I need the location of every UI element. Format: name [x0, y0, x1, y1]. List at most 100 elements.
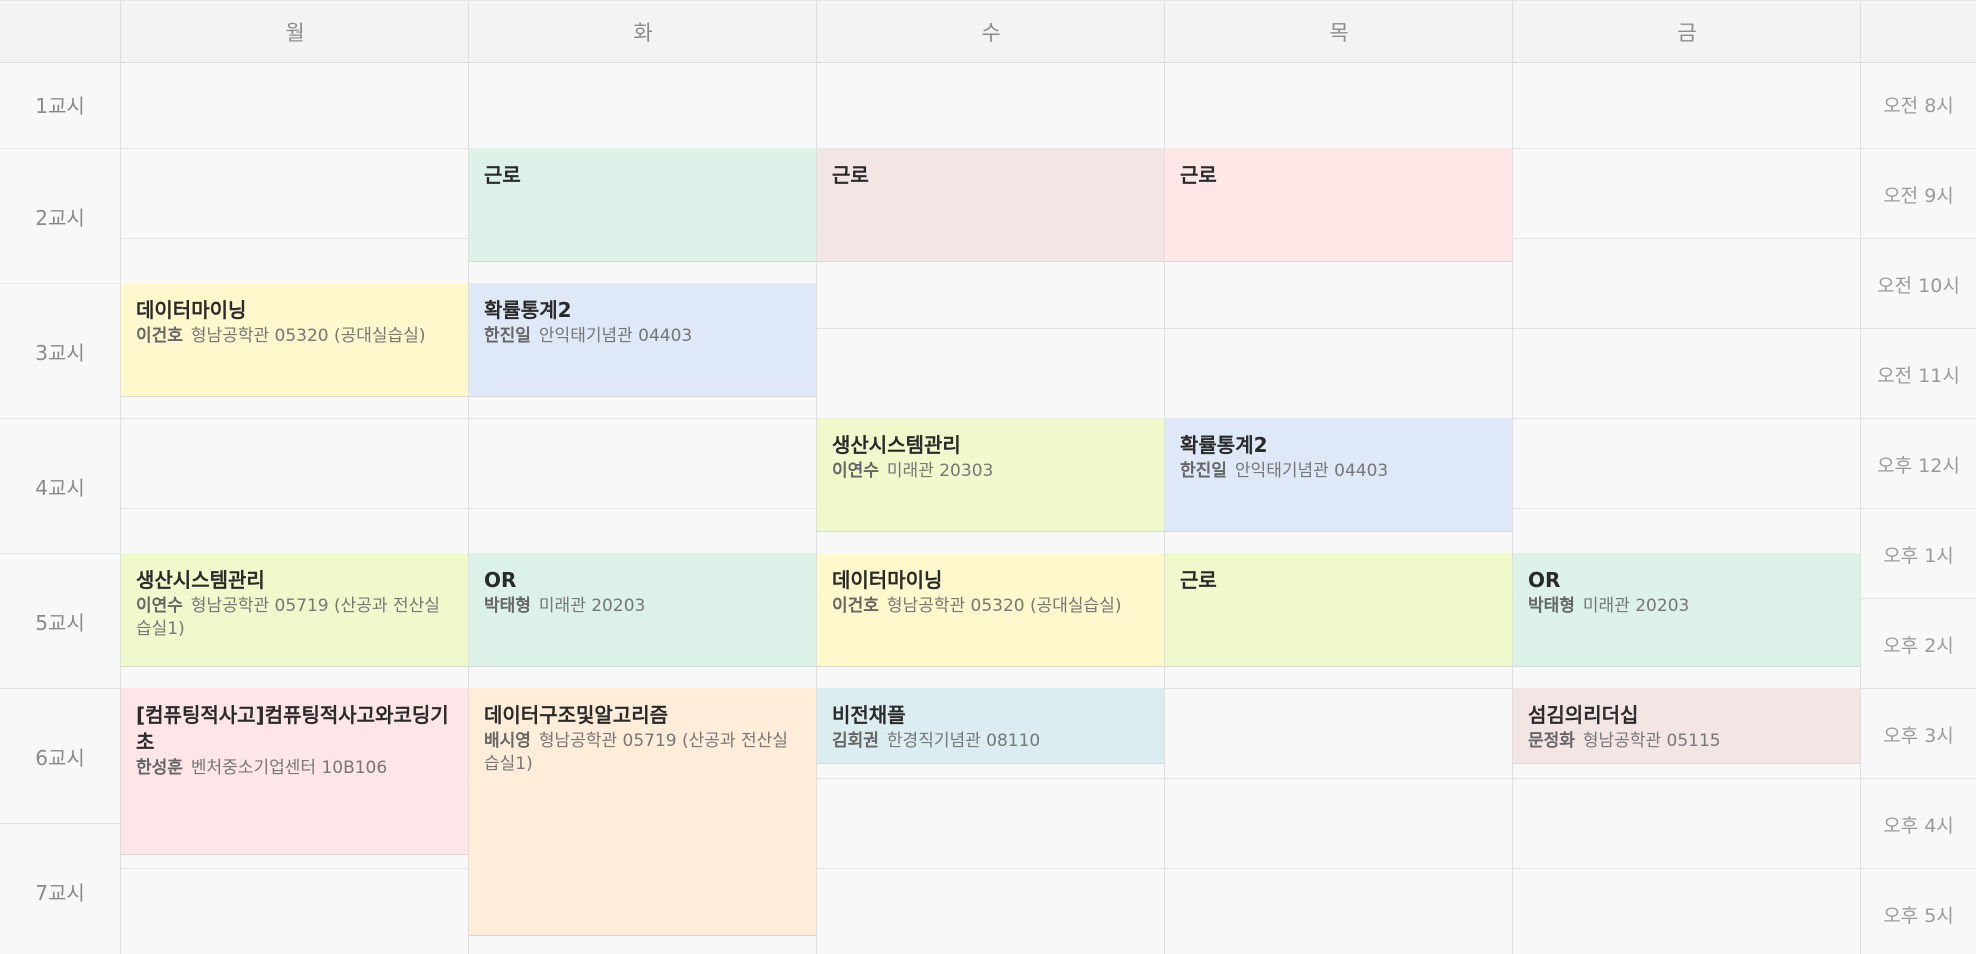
time-divider — [1861, 598, 1976, 599]
class-name: 데이터구조및알고리즘 — [484, 703, 668, 727]
class-info: 한성훈 벤처중소기업센터 10B106 — [136, 757, 454, 780]
class-block[interactable]: OR 박태형 미래관 20203 — [1513, 553, 1860, 667]
class-info: 배시영 형남공학관 05719 (산공과 전산실습실1) — [484, 730, 802, 776]
period-label-3: 3교시 — [35, 340, 85, 365]
timetable: 월 화 수 목 금 1교시 2교시 3교시 4교시 5교시 6교시 7교시 오전… — [0, 0, 1976, 954]
column-divider — [1512, 0, 1513, 954]
class-professor: 박태형 — [484, 596, 531, 616]
class-name: [컴퓨팅적사고]컴퓨팅적사고와코딩기초 — [136, 703, 449, 754]
day-header-tue: 화 — [633, 20, 653, 45]
class-room: 형남공학관 05115 — [1582, 731, 1721, 751]
class-block[interactable]: OR 박태형 미래관 20203 — [469, 553, 816, 667]
class-professor: 이연수 — [136, 596, 183, 616]
class-info: 이연수 형남공학관 05719 (산공과 전산실습실1) — [136, 595, 454, 641]
class-room: 벤처중소기업센터 10B106 — [190, 758, 388, 778]
period-divider — [0, 148, 121, 149]
class-info: 이연수 미래관 20303 — [832, 460, 1150, 483]
class-name: 생산시스템관리 — [832, 433, 961, 457]
time-label: 오후 5시 — [1883, 904, 1954, 927]
time-label: 오후 2시 — [1883, 634, 1954, 657]
time-divider — [1861, 688, 1976, 689]
class-block[interactable]: 근로 — [1165, 553, 1512, 667]
class-block[interactable]: 생산시스템관리 이연수 미래관 20303 — [817, 418, 1164, 532]
class-info: 한진일 안익태기념관 04403 — [484, 325, 802, 348]
class-block[interactable]: 확률통계2 한진일 안익태기념관 04403 — [1165, 418, 1512, 532]
class-name: 확률통계2 — [484, 298, 572, 322]
period-label-1: 1교시 — [35, 93, 85, 118]
period-divider — [0, 553, 121, 554]
class-professor: 이건호 — [136, 326, 183, 346]
class-info: 이건호 형남공학관 05320 (공대실습실) — [136, 325, 454, 348]
class-name: 생산시스템관리 — [136, 568, 265, 592]
class-name: OR — [484, 568, 517, 592]
day-header-fri: 금 — [1677, 20, 1697, 45]
time-label: 오전 11시 — [1877, 364, 1960, 387]
period-divider — [0, 688, 121, 689]
time-label: 오후 1시 — [1883, 544, 1954, 567]
class-info: 문정화 형남공학관 05115 — [1528, 730, 1846, 753]
class-room: 미래관 20203 — [1582, 596, 1690, 616]
time-divider — [1861, 238, 1976, 239]
time-divider — [1861, 328, 1976, 329]
class-name: 비전채플 — [832, 703, 906, 727]
period-label-6: 6교시 — [35, 745, 85, 770]
class-name: 확률통계2 — [1180, 433, 1268, 457]
class-name: 섬김의리더십 — [1528, 703, 1639, 727]
class-block[interactable]: 비전채플 김회권 한경직기념관 08110 — [817, 688, 1164, 764]
time-divider — [1861, 418, 1976, 419]
day-header-mon: 월 — [285, 20, 305, 45]
day-header-wed: 수 — [981, 20, 1001, 45]
class-room: 한경직기념관 08110 — [886, 731, 1041, 751]
time-divider — [1861, 508, 1976, 509]
class-block[interactable]: [컴퓨팅적사고]컴퓨팅적사고와코딩기초 한성훈 벤처중소기업센터 10B106 — [121, 688, 468, 855]
time-divider — [1861, 778, 1976, 779]
day-header-thu: 목 — [1329, 20, 1349, 45]
class-block[interactable]: 데이터마이닝 이건호 형남공학관 05320 (공대실습실) — [121, 283, 468, 397]
time-divider — [1861, 868, 1976, 869]
time-label: 오전 9시 — [1883, 184, 1954, 207]
time-label: 오전 8시 — [1883, 94, 1954, 117]
class-professor: 김회권 — [832, 731, 879, 751]
class-room: 형남공학관 05320 (공대실습실) — [190, 326, 426, 346]
time-divider — [1861, 148, 1976, 149]
class-room: 미래관 20303 — [886, 461, 994, 481]
class-info: 김회권 한경직기념관 08110 — [832, 730, 1150, 753]
period-divider — [0, 823, 121, 824]
class-block[interactable]: 근로 — [469, 148, 816, 262]
class-block[interactable]: 근로 — [817, 148, 1164, 262]
class-name: 근로 — [1180, 568, 1217, 592]
class-name: 데이터마이닝 — [136, 298, 247, 322]
class-block[interactable]: 섬김의리더십 문정화 형남공학관 05115 — [1513, 688, 1860, 764]
time-label: 오후 3시 — [1883, 724, 1954, 747]
class-info: 박태형 미래관 20203 — [484, 595, 802, 618]
class-professor: 한진일 — [1180, 461, 1227, 481]
class-block[interactable]: 생산시스템관리 이연수 형남공학관 05719 (산공과 전산실습실1) — [121, 553, 468, 667]
period-label-5: 5교시 — [35, 610, 85, 635]
class-block[interactable]: 근로 — [1165, 148, 1512, 262]
class-block[interactable]: 데이터마이닝 이건호 형남공학관 05320 (공대실습실) — [817, 553, 1164, 667]
class-professor: 이연수 — [832, 461, 879, 481]
class-name: 데이터마이닝 — [832, 568, 943, 592]
class-professor: 한진일 — [484, 326, 531, 346]
class-info: 이건호 형남공학관 05320 (공대실습실) — [832, 595, 1150, 618]
class-name: 근로 — [484, 163, 521, 187]
class-info: 한진일 안익태기념관 04403 — [1180, 460, 1498, 483]
class-block[interactable]: 데이터구조및알고리즘 배시영 형남공학관 05719 (산공과 전산실습실1) — [469, 688, 816, 936]
period-label-4: 4교시 — [35, 475, 85, 500]
class-professor: 이건호 — [832, 596, 879, 616]
class-room: 형남공학관 05320 (공대실습실) — [886, 596, 1122, 616]
period-divider — [0, 418, 121, 419]
period-label-2: 2교시 — [35, 205, 85, 230]
class-professor: 한성훈 — [136, 758, 183, 778]
period-divider — [0, 283, 121, 284]
class-name: 근로 — [1180, 163, 1217, 187]
class-name: OR — [1528, 568, 1561, 592]
class-professor: 문정화 — [1528, 731, 1575, 751]
class-name: 근로 — [832, 163, 869, 187]
class-professor: 배시영 — [484, 731, 531, 751]
class-room: 안익태기념관 04403 — [1234, 461, 1389, 481]
class-info: 박태형 미래관 20203 — [1528, 595, 1846, 618]
class-block[interactable]: 확률통계2 한진일 안익태기념관 04403 — [469, 283, 816, 397]
time-label: 오전 10시 — [1877, 274, 1960, 297]
time-label: 오후 12시 — [1877, 454, 1960, 477]
